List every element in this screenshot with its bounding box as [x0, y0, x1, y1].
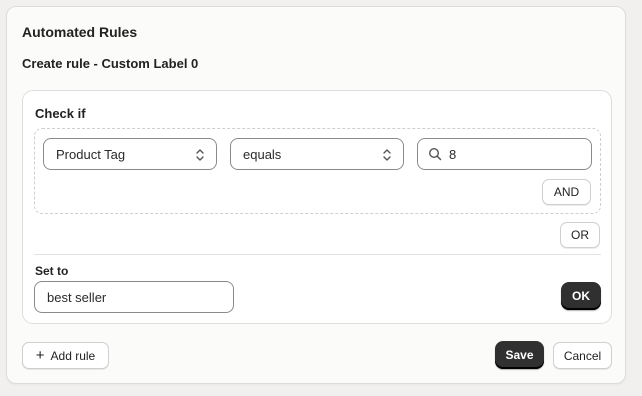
condition-group: Product Tag equals 8 AND	[34, 128, 601, 214]
chevron-up-down-icon	[383, 149, 391, 161]
add-rule-label: Add rule	[50, 348, 96, 363]
save-button[interactable]: Save	[495, 341, 544, 369]
condition-field-value: Product Tag	[56, 146, 126, 162]
check-if-label: Check if	[35, 106, 86, 121]
add-rule-button[interactable]: + Add rule	[22, 342, 109, 369]
section-divider	[34, 254, 601, 255]
rule-editor: Check if Product Tag equals 8 AND OR Set…	[22, 90, 612, 324]
automated-rules-card: Automated Rules Create rule - Custom Lab…	[6, 6, 626, 384]
ok-button[interactable]: OK	[561, 282, 601, 310]
set-to-input[interactable]: best seller	[34, 281, 234, 313]
condition-operator-select[interactable]: equals	[230, 138, 404, 170]
condition-value-text: 8	[449, 146, 457, 162]
page-title: Automated Rules	[22, 24, 138, 40]
plus-icon: +	[35, 347, 45, 364]
condition-field-select[interactable]: Product Tag	[43, 138, 217, 170]
cancel-button[interactable]: Cancel	[553, 342, 612, 369]
set-to-label: Set to	[35, 264, 69, 278]
add-and-condition-button[interactable]: AND	[542, 179, 591, 205]
rule-subtitle: Create rule - Custom Label 0	[22, 56, 199, 71]
condition-operator-value: equals	[243, 146, 282, 162]
chevron-up-down-icon	[196, 149, 204, 161]
condition-value-input[interactable]: 8	[417, 138, 592, 170]
search-icon	[428, 147, 442, 161]
set-to-value: best seller	[47, 289, 107, 305]
add-or-group-button[interactable]: OR	[560, 222, 600, 248]
